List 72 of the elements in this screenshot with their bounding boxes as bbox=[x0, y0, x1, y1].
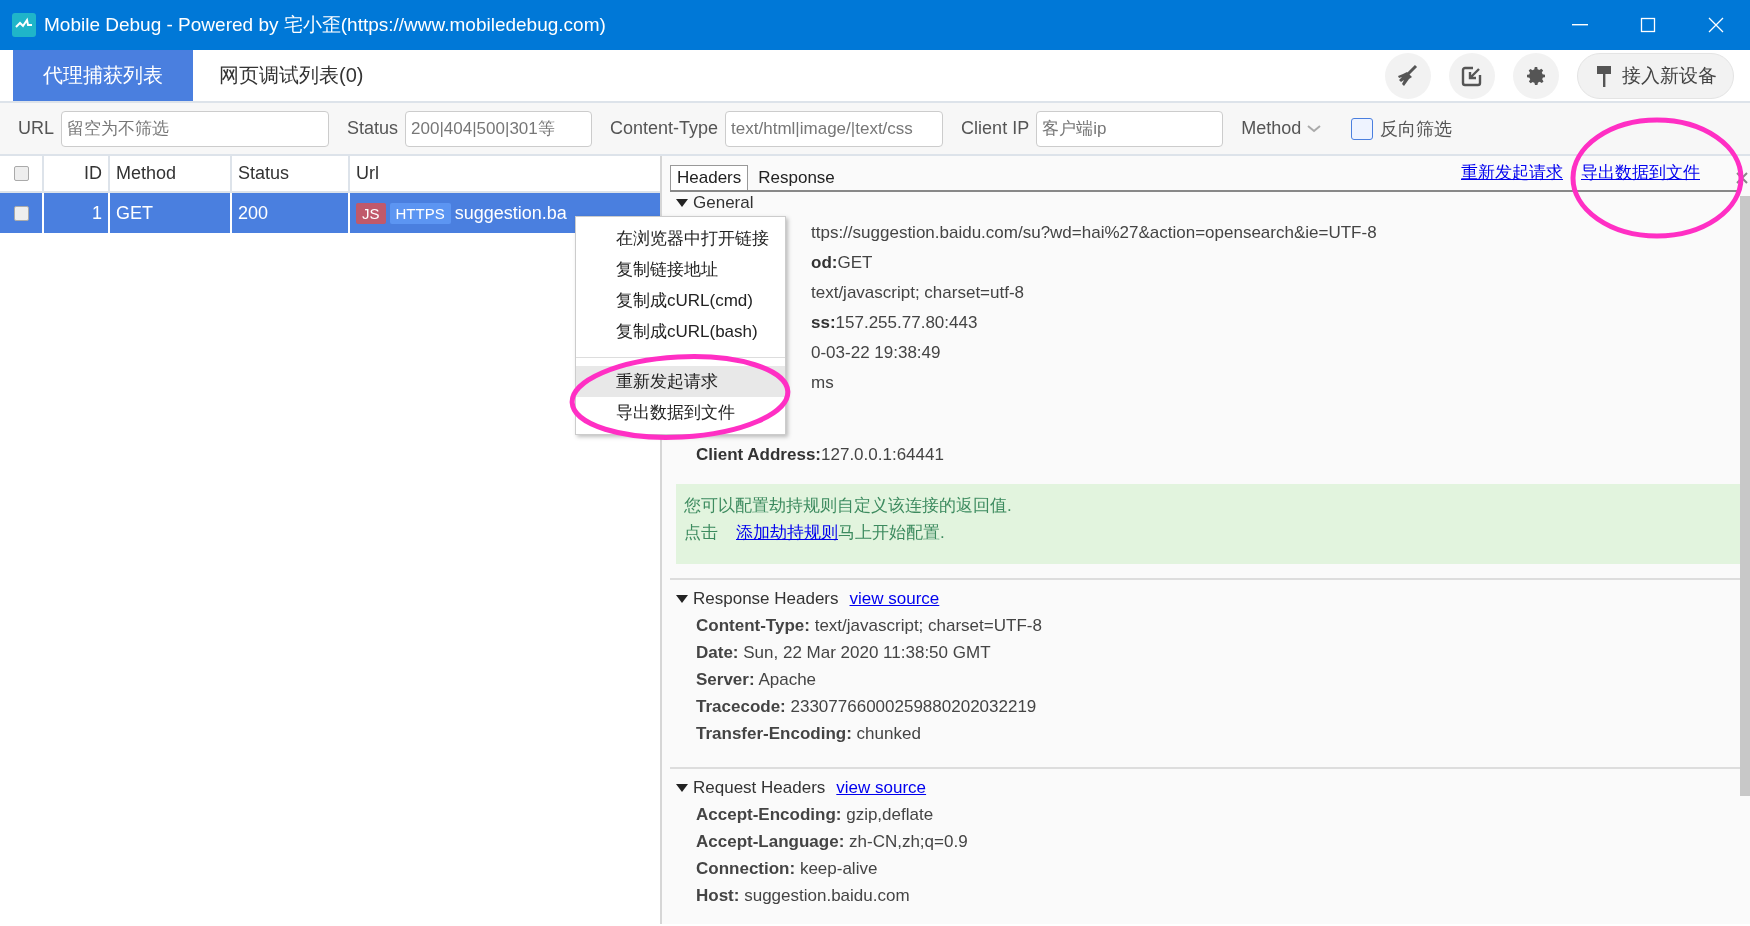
link[interactable]: 导出数据到文件 bbox=[1581, 161, 1700, 184]
filter-label: Client IP bbox=[961, 118, 1030, 139]
header-text: Tracecode: 23307766000259880202032219 bbox=[696, 696, 1037, 717]
section-title: General bbox=[693, 193, 754, 213]
close-icon bbox=[1736, 172, 1748, 184]
tag: HTTPS bbox=[389, 202, 451, 224]
filter-field[interactable]: 客户端ip bbox=[1036, 110, 1224, 147]
menu-item[interactable]: 在浏览器中打开链接 bbox=[576, 223, 785, 254]
link[interactable]: view source bbox=[849, 589, 940, 609]
header-text: ss:157.255.77.80:443 bbox=[811, 313, 978, 333]
tab[interactable]: 代理捕获列表 bbox=[13, 50, 193, 101]
header-text: od:GET bbox=[811, 253, 873, 273]
close-icon bbox=[1708, 17, 1724, 33]
link[interactable]: 重新发起请求 bbox=[1461, 161, 1563, 184]
connect-device-button[interactable]: 接入新设备 bbox=[1577, 52, 1734, 99]
broom-button[interactable] bbox=[1385, 52, 1431, 99]
chevron-down-icon bbox=[1307, 124, 1322, 133]
window-title: Mobile Debug - Powered by 宅小歪(https://www.mobiledebug.com) bbox=[44, 13, 607, 37]
table-cell: 1 bbox=[44, 193, 110, 233]
header-text: Content-Type: text/javascript; charset=UTF-8 bbox=[696, 615, 1042, 636]
url-text: suggestion.ba bbox=[454, 202, 567, 224]
menu-item[interactable]: 重新发起请求 bbox=[576, 366, 785, 397]
menu-item[interactable]: 复制链接地址 bbox=[576, 254, 785, 285]
header-text: Transfer-Encoding: chunked bbox=[696, 723, 921, 744]
checkbox-label: 反向筛选 bbox=[1380, 117, 1453, 141]
export-button[interactable] bbox=[1449, 52, 1495, 99]
tab[interactable]: Response bbox=[752, 166, 841, 190]
column-header: ID bbox=[44, 156, 110, 191]
app-logo-icon bbox=[12, 13, 36, 37]
header-text: ms bbox=[811, 373, 834, 393]
broom-icon bbox=[1396, 63, 1420, 88]
tab[interactable]: Headers bbox=[670, 165, 749, 190]
checkbox[interactable] bbox=[1351, 117, 1374, 140]
column-header: Method bbox=[110, 156, 232, 191]
notice-text: 您可以配置劫持规则自定义该连接的返回值. bbox=[684, 496, 1012, 515]
header-text: Date: Sun, 22 Mar 2020 11:38:50 GMT bbox=[696, 642, 991, 663]
filter-label: Status bbox=[347, 118, 399, 139]
checkbox[interactable] bbox=[13, 205, 29, 221]
header-text: Client Address:127.0.0.1:64441 bbox=[696, 445, 944, 465]
column-header: Status bbox=[232, 156, 350, 191]
menu-item[interactable]: 复制成cURL(cmd) bbox=[576, 285, 785, 316]
pin-icon bbox=[1596, 63, 1612, 88]
column-header: Url bbox=[355, 162, 380, 185]
section-title: Request Headers bbox=[693, 778, 826, 798]
link[interactable]: 添加劫持规则 bbox=[736, 523, 838, 542]
menu-item[interactable]: 复制成cURL(bash) bbox=[576, 316, 785, 347]
scrollbar[interactable] bbox=[1740, 196, 1750, 796]
header-text: Accept-Language: zh-CN,zh;q=0.9 bbox=[696, 831, 968, 852]
filter-label: Content-Type bbox=[610, 118, 719, 139]
settings-button[interactable] bbox=[1513, 52, 1559, 99]
filter-field[interactable]: text/html|image/|text/css bbox=[725, 110, 944, 147]
checkbox[interactable] bbox=[13, 166, 29, 181]
header-text: Accept-Encoding: gzip,deflate bbox=[696, 804, 934, 825]
filter-field[interactable]: 200|404|500|301等 bbox=[405, 110, 593, 147]
header-text: Host: suggestion.baidu.com bbox=[696, 885, 910, 906]
notice-text: 点击 添加劫持规则马上开始配置. bbox=[684, 523, 945, 542]
header-text: Connection: keep-alive bbox=[696, 858, 878, 879]
header-text: text/javascript; charset=utf-8 bbox=[811, 283, 1025, 303]
minimize-icon bbox=[1572, 24, 1588, 26]
tag: JS bbox=[356, 202, 386, 224]
header-text: Server: Apache bbox=[696, 669, 817, 690]
header-text: ttps://suggestion.baidu.com/su?wd=hai%27&action=opensearch&ie=UTF-8 bbox=[811, 223, 1377, 243]
filter-field[interactable]: 留空为不筛选 bbox=[61, 110, 329, 147]
table-cell: GET bbox=[110, 193, 232, 233]
filter-label: URL bbox=[18, 118, 54, 139]
table-cell: 200 bbox=[232, 193, 350, 233]
header-text: 0-03-22 19:38:49 bbox=[811, 343, 941, 363]
method-dropdown[interactable]: Method bbox=[1241, 118, 1322, 139]
section-title: Response Headers bbox=[693, 589, 839, 609]
link[interactable]: view source bbox=[836, 778, 927, 798]
maximize-icon bbox=[1640, 17, 1656, 33]
menu-item[interactable]: 导出数据到文件 bbox=[576, 397, 785, 428]
